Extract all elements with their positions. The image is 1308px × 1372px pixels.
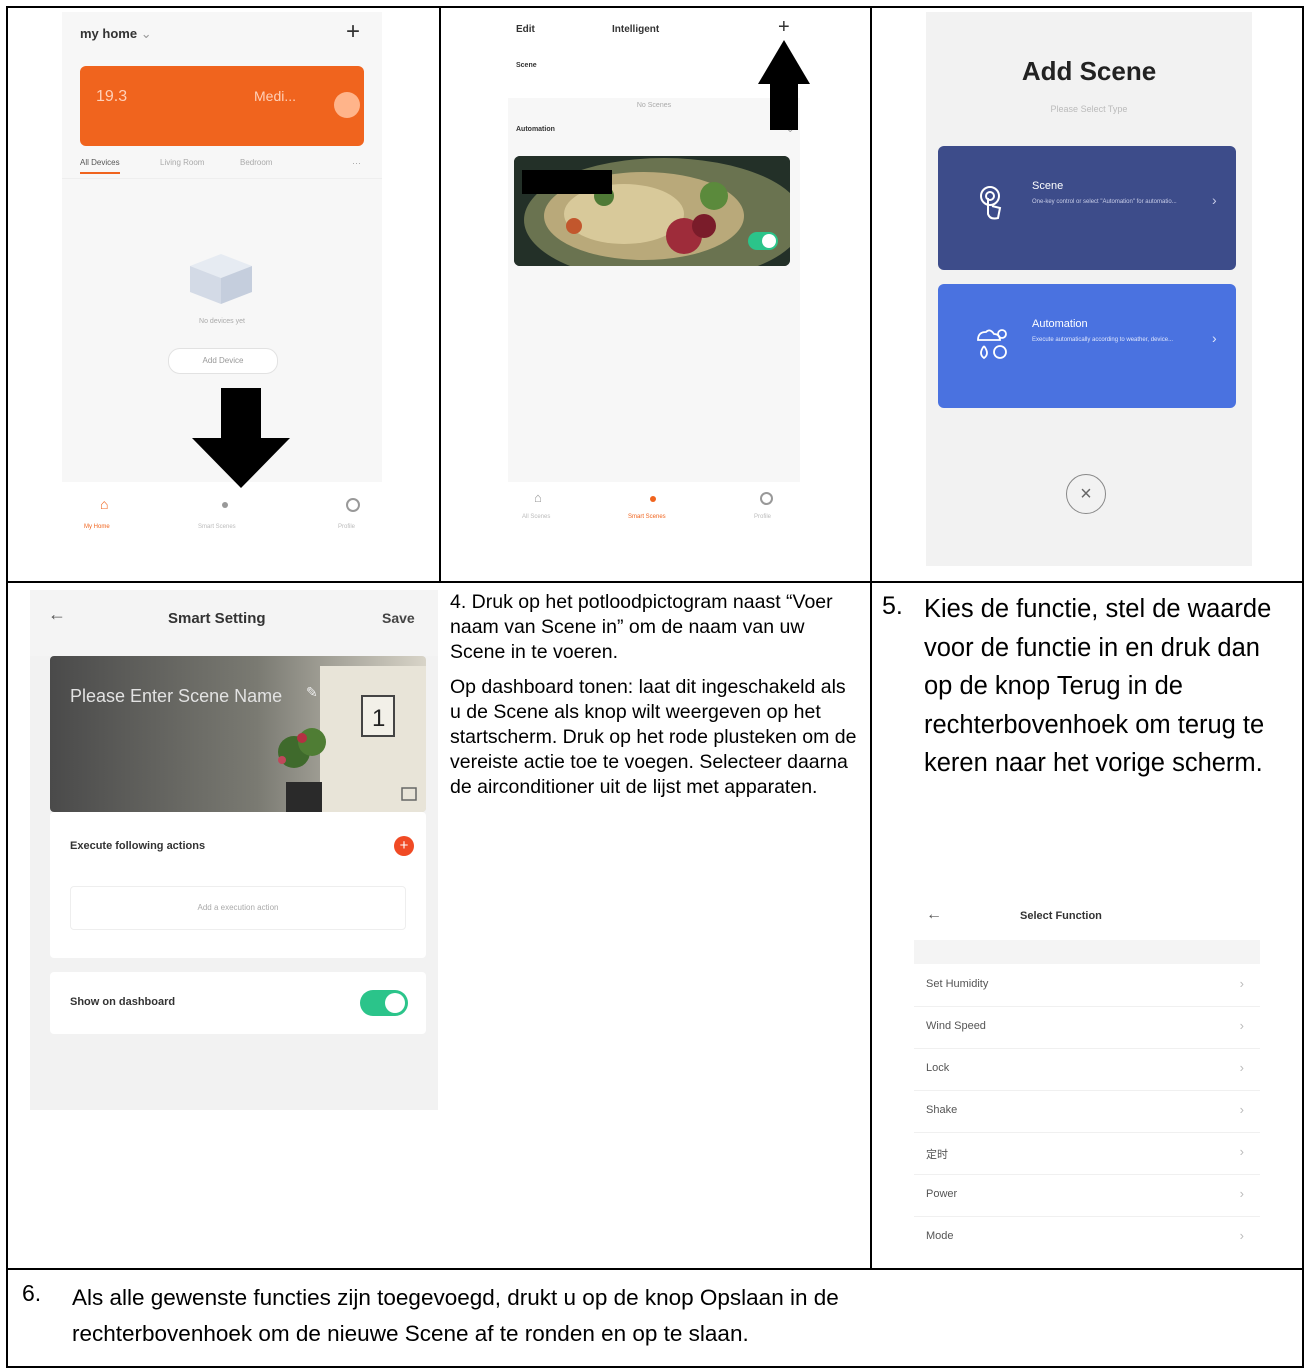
dashboard-card: Show on dashboard — [50, 972, 426, 1034]
weather-text: Medi... — [254, 88, 297, 104]
step-6-line-2: rechterbovenhoek om de nieuwe Scene af t… — [72, 1321, 749, 1346]
actions-card: Execute following actions + Add a execut… — [50, 812, 426, 958]
step-4-text: 4. Druk op het potloodpictogram naast “V… — [450, 590, 860, 800]
edit-button[interactable]: Edit — [516, 24, 535, 35]
step-5-text: Kies de functie, stel de waarde voor de … — [924, 595, 1272, 777]
redacted-name — [522, 170, 612, 194]
function-item[interactable]: Shake › — [914, 1090, 1260, 1133]
touch-icon — [976, 186, 1004, 222]
step-6-line-1: Als alle gewenste functies zijn toegevoe… — [72, 1285, 839, 1310]
automation-toggle[interactable] — [748, 232, 778, 250]
step-4-paragraph-2: Op dashboard tonen: laat dit ingeschakel… — [450, 676, 857, 798]
scene-cover-image: 1 Please Enter Scene Name ✎ — [50, 656, 426, 812]
nav-label-home: My Home — [84, 524, 110, 530]
empty-box-icon — [180, 246, 262, 308]
home-nav-icon[interactable]: ⌂ — [100, 496, 108, 512]
show-dashboard-label: Show on dashboard — [70, 996, 176, 1008]
automation-card[interactable] — [514, 156, 790, 266]
back-arrow-icon[interactable]: ← — [48, 604, 66, 625]
screen-title: Intelligent — [612, 24, 660, 35]
select-function-title: Select Function — [1020, 910, 1102, 922]
automation-type-card[interactable]: Automation Execute automatically accordi… — [938, 284, 1236, 408]
automation-card-desc: Execute automatically according to weath… — [1032, 337, 1174, 343]
more-icon[interactable]: ⋯ — [352, 158, 361, 169]
empty-text: No devices yet — [199, 318, 245, 325]
smart-setting-title: Smart Setting — [168, 610, 266, 627]
automation-section-label: Automation — [516, 126, 555, 133]
scenes-nav-icon[interactable] — [222, 502, 228, 508]
save-button[interactable]: Save — [382, 610, 415, 626]
arrow-up-icon — [758, 40, 810, 130]
close-icon[interactable]: × — [1066, 474, 1106, 514]
scene-type-card[interactable]: Scene One-key control or select "Automat… — [938, 146, 1236, 270]
scene-section-label: Scene — [516, 62, 537, 69]
nav-label-scenes: Smart Scenes — [198, 524, 236, 530]
nav-label-all-scenes: All Scenes — [522, 514, 551, 520]
automation-card-title: Automation — [1032, 318, 1088, 330]
tab-bedroom[interactable]: Bedroom — [240, 158, 272, 167]
step-6-number: 6. — [22, 1280, 42, 1306]
scene-card-desc: One-key control or select "Automation" f… — [1032, 199, 1177, 205]
svg-text:1: 1 — [372, 705, 385, 732]
add-icon[interactable]: + — [346, 18, 360, 46]
home-title[interactable]: my home ⌄ — [80, 26, 152, 42]
profile-nav-icon[interactable] — [346, 498, 360, 512]
automation-icon — [974, 326, 1010, 362]
tab-all-devices[interactable]: All Devices — [80, 158, 120, 174]
dashboard-toggle[interactable] — [360, 990, 408, 1016]
no-scenes-text: No Scenes — [636, 102, 672, 109]
function-item[interactable]: Mode › — [914, 1216, 1260, 1254]
add-device-button[interactable]: Add Device — [168, 348, 278, 374]
tab-living-room[interactable]: Living Room — [160, 158, 204, 167]
all-scenes-nav-icon[interactable]: ⌂ — [534, 490, 542, 505]
weather-card: 19.3 Medi... — [80, 66, 364, 146]
arrow-down-icon — [192, 388, 290, 488]
row-divider — [6, 581, 1304, 583]
add-scene-screen: Add Scene Please Select Type Scene One-k… — [926, 12, 1252, 566]
add-action-button[interactable]: Add a execution action — [70, 886, 406, 930]
chevron-right-icon: › — [1212, 330, 1217, 346]
profile-nav-icon[interactable] — [760, 492, 773, 505]
nav-label-profile: Profile — [338, 524, 356, 530]
function-item[interactable]: Set Humidity › — [914, 964, 1260, 1007]
step-6-text: Als alle gewenste functies zijn toegevoe… — [72, 1280, 1292, 1352]
column-divider — [870, 6, 872, 1270]
pencil-icon[interactable]: ✎ — [306, 684, 318, 701]
step-4-paragraph-1: 4. Druk op het potloodpictogram naast “V… — [450, 591, 833, 663]
add-scene-subtitle: Please Select Type — [1050, 104, 1128, 114]
select-function-screen: ← Select Function Set Humidity › Wind Spe… — [914, 892, 1260, 1254]
function-item[interactable]: Power › — [914, 1174, 1260, 1217]
execute-actions-label: Execute following actions — [70, 840, 206, 852]
function-item[interactable]: Lock › — [914, 1048, 1260, 1091]
chevron-right-icon: › — [1212, 192, 1217, 208]
step-5-number: 5. — [882, 592, 903, 620]
function-item[interactable]: 定时 › — [914, 1132, 1260, 1175]
add-action-icon[interactable]: + — [394, 836, 414, 856]
nav-label-smart-scenes: Smart Scenes — [628, 514, 666, 520]
nav-label-profile: Profile — [754, 514, 772, 520]
weather-icon — [334, 92, 360, 118]
function-item[interactable]: Wind Speed › — [914, 1006, 1260, 1049]
scene-name-input[interactable]: Please Enter Scene Name — [70, 686, 282, 707]
scene-card-title: Scene — [1032, 180, 1064, 192]
column-divider — [439, 6, 441, 582]
add-scene-icon[interactable]: + — [778, 16, 790, 39]
add-scene-title: Add Scene — [1021, 56, 1157, 86]
smart-setting-screen: ← Smart Setting Save 1 Please Enter Scen… — [30, 590, 438, 1110]
row-divider — [6, 1268, 1304, 1270]
smart-scenes-nav-icon[interactable] — [650, 496, 656, 502]
intelligent-screen: Edit Intelligent + Scene No Scenes Autom… — [508, 12, 800, 540]
back-arrow-icon[interactable]: ← — [926, 906, 942, 924]
temperature: 19.3 — [96, 88, 128, 105]
